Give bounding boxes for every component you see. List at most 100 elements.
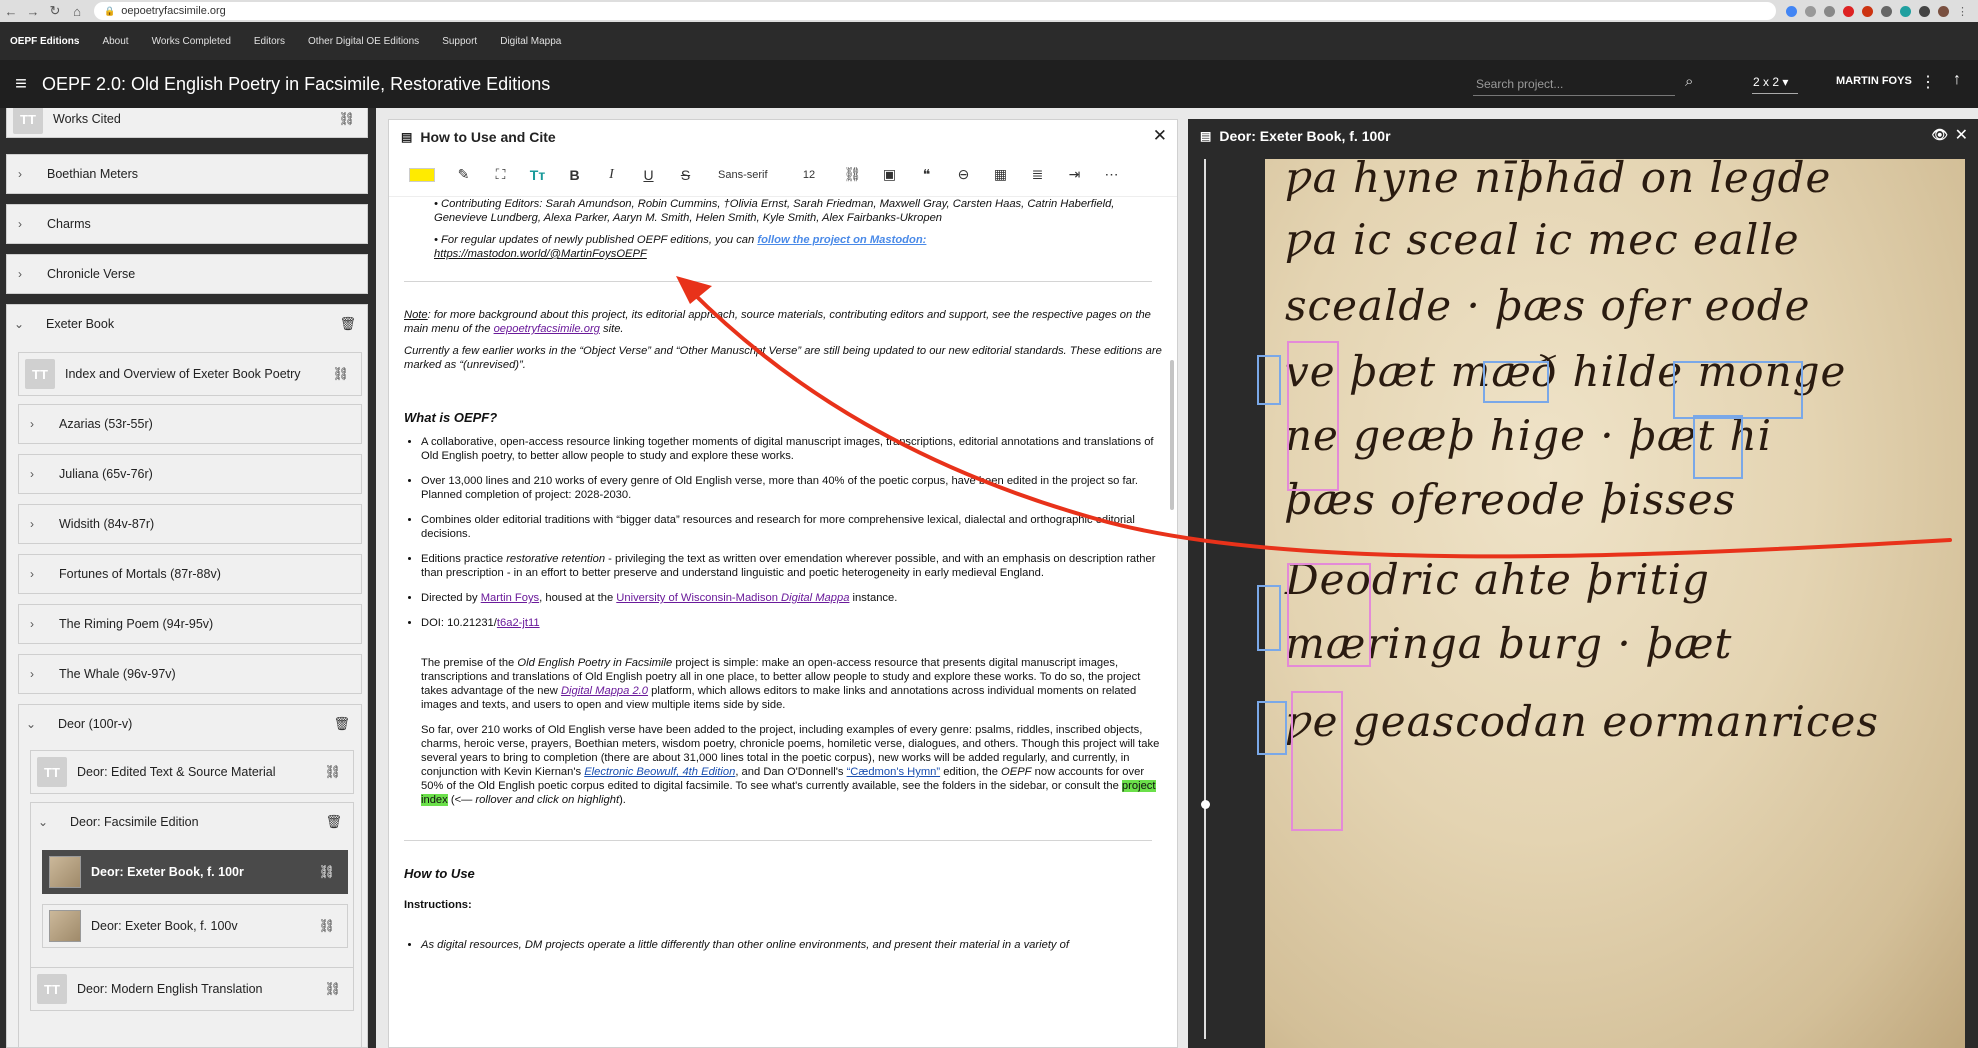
chevron-down-icon[interactable]: ⌄ <box>18 717 44 731</box>
more-options-icon[interactable]: ⋮ <box>1920 72 1936 92</box>
extension-icon[interactable] <box>1900 5 1911 17</box>
link-icon[interactable]: ⛓ <box>324 981 341 997</box>
crop-icon[interactable]: ⛶ <box>482 166 519 183</box>
more-icon[interactable]: ⋯ <box>1093 166 1130 183</box>
mastodon-link[interactable]: follow the project on Mastodon: <box>757 234 926 246</box>
sidebar-item-deor-translation[interactable]: TT Deor: Modern English Translation ⛓ <box>30 967 354 1011</box>
star-icon[interactable] <box>1824 5 1835 17</box>
chevron-right-icon[interactable]: › <box>19 417 45 431</box>
sidebar-item-deor[interactable]: ⌄ Deor (100r-v) 🗑 <box>18 704 362 744</box>
uw-digital-mappa-link[interactable]: University of Wisconsin-Madison Digital … <box>616 592 849 604</box>
sidebar-item-deor-edited-text[interactable]: TT Deor: Edited Text & Source Material ⛓ <box>30 750 354 794</box>
close-icon[interactable]: ✕ <box>1153 126 1167 146</box>
sidebar-item-deor-facsimile[interactable]: ⌄ Deor: Facsimile Edition 🗑 <box>30 802 354 842</box>
annotation-box[interactable] <box>1483 361 1549 403</box>
mastodon-url[interactable]: https://mastodon.world/@MartinFoysOEPF <box>434 248 647 260</box>
text-format-icon[interactable]: Tт <box>519 167 556 183</box>
home-icon[interactable]: ⌂ <box>66 0 88 22</box>
bold-icon[interactable]: B <box>556 167 593 183</box>
search-input[interactable]: Search project... <box>1473 72 1675 96</box>
document-content[interactable]: • Contributing Editors: Sarah Amundson, … <box>399 197 1169 1047</box>
extension-icon[interactable] <box>1843 5 1854 17</box>
digital-mappa-link[interactable]: Digital Mappa 2.0 <box>561 685 648 697</box>
chevron-right-icon[interactable]: › <box>7 167 33 181</box>
chevron-right-icon[interactable]: › <box>19 467 45 481</box>
annotation-box[interactable] <box>1287 341 1339 491</box>
trash-icon[interactable]: 🗑 <box>325 814 342 830</box>
nav-support[interactable]: Support <box>442 36 477 47</box>
sidebar-item-the-whale[interactable]: › The Whale (96v-97v) <box>18 654 362 694</box>
chevron-right-icon[interactable]: › <box>19 617 45 631</box>
indent-icon[interactable]: ⇥ <box>1056 166 1093 183</box>
sidebar-item-works-cited[interactable]: TT Works Cited ⛓ <box>6 108 368 138</box>
sidebar-item-fortunes-of-mortals[interactable]: › Fortunes of Mortals (87r-88v) <box>18 554 362 594</box>
caedmon-hymn-link[interactable]: “Cædmon's Hymn” <box>847 766 941 778</box>
annotation-box[interactable] <box>1257 355 1281 405</box>
annotation-box[interactable] <box>1291 691 1343 831</box>
collapse-up-icon[interactable]: ↑ <box>1953 71 1961 89</box>
nav-digital-mappa[interactable]: Digital Mappa <box>500 36 561 47</box>
electronic-beowulf-link[interactable]: Electronic Beowulf, 4th Edition <box>584 766 735 778</box>
chevron-right-icon[interactable]: › <box>7 267 33 281</box>
martin-foys-link[interactable]: Martin Foys <box>481 592 539 604</box>
zoom-slider-handle[interactable] <box>1201 800 1210 809</box>
chevron-right-icon[interactable]: › <box>19 667 45 681</box>
nav-editors[interactable]: Editors <box>254 36 285 47</box>
annotation-box[interactable] <box>1257 701 1287 755</box>
sidebar-item-exeter-index[interactable]: TT Index and Overview of Exeter Book Poe… <box>18 352 362 396</box>
annotation-box[interactable] <box>1257 585 1281 651</box>
address-bar[interactable]: 🔒 oepoetryfacsimile.org <box>94 2 1776 20</box>
font-family-select[interactable]: Sans-serif <box>704 169 784 181</box>
layout-select[interactable]: 2 x 2 ▾ <box>1753 75 1788 89</box>
extension-icon[interactable] <box>1862 5 1873 17</box>
share-icon[interactable] <box>1805 5 1816 17</box>
image-icon[interactable]: ▣ <box>871 166 908 183</box>
line-height-icon[interactable]: ≣ <box>1019 166 1056 183</box>
chevron-right-icon[interactable]: › <box>19 517 45 531</box>
trash-icon[interactable]: 🗑 <box>333 716 350 732</box>
nav-oepf-editions[interactable]: OEPF Editions <box>10 36 79 47</box>
zoom-slider-track[interactable] <box>1204 159 1206 1039</box>
chevron-down-icon[interactable]: ⌄ <box>30 815 56 829</box>
sidebar-item-deor-100r[interactable]: Deor: Exeter Book, f. 100r ⛓ <box>42 850 348 894</box>
italic-icon[interactable]: I <box>593 167 630 183</box>
chevron-right-icon[interactable]: › <box>7 217 33 231</box>
forward-icon[interactable]: → <box>22 0 44 22</box>
browser-menu-icon[interactable]: ⋮ <box>1957 5 1968 18</box>
chevron-right-icon[interactable]: › <box>19 567 45 581</box>
sidebar-item-exeter-book[interactable]: ⌄ Exeter Book 🗑 <box>6 304 368 344</box>
site-link[interactable]: oepoetryfacsimile.org <box>494 323 600 335</box>
nav-about[interactable]: About <box>102 36 128 47</box>
link-icon[interactable]: ⛓ <box>834 166 871 183</box>
sidebar-item-azarias[interactable]: › Azarias (53r-55r) <box>18 404 362 444</box>
puzzle-icon[interactable] <box>1919 5 1930 17</box>
sidebar-item-juliana[interactable]: › Juliana (65v-76r) <box>18 454 362 494</box>
close-icon[interactable]: ✕ <box>1955 125 1968 145</box>
sidebar-item-widsith[interactable]: › Widsith (84v-87r) <box>18 504 362 544</box>
back-icon[interactable]: ← <box>0 0 22 22</box>
sidebar-item-chronicle-verse[interactable]: › Chronicle Verse <box>6 254 368 294</box>
extension-icon[interactable] <box>1881 5 1892 17</box>
annotation-box[interactable] <box>1673 361 1803 419</box>
link-icon[interactable]: ⛓ <box>324 764 341 780</box>
scrollbar[interactable] <box>1170 360 1174 510</box>
sidebar-item-boethian-meters[interactable]: › Boethian Meters <box>6 154 368 194</box>
nav-other-digital-oe-editions[interactable]: Other Digital OE Editions <box>308 36 419 47</box>
sidebar-item-riming-poem[interactable]: › The Riming Poem (94r-95v) <box>18 604 362 644</box>
trash-icon[interactable]: 🗑 <box>339 316 356 332</box>
font-size-select[interactable]: 12 <box>784 169 834 181</box>
pen-icon[interactable]: ✎ <box>445 166 482 183</box>
sidebar-item-deor-100v[interactable]: Deor: Exeter Book, f. 100v ⛓ <box>42 904 348 948</box>
google-icon[interactable] <box>1786 5 1797 17</box>
quote-icon[interactable]: ❝ <box>908 166 945 183</box>
underline-icon[interactable]: U <box>630 167 667 183</box>
eye-icon[interactable]: 👁 <box>1931 127 1948 143</box>
strikethrough-icon[interactable]: S <box>667 167 704 183</box>
link-icon[interactable]: ⛓ <box>332 366 349 382</box>
reload-icon[interactable]: ↻ <box>44 0 66 22</box>
link-icon[interactable]: ⛓ <box>318 864 335 880</box>
horizontal-rule-icon[interactable]: ⊖ <box>945 166 982 183</box>
search-icon[interactable]: ⌕ <box>1685 73 1693 90</box>
sidebar-item-charms[interactable]: › Charms <box>6 204 368 244</box>
doi-link[interactable]: t6a2-jt11 <box>497 617 540 629</box>
